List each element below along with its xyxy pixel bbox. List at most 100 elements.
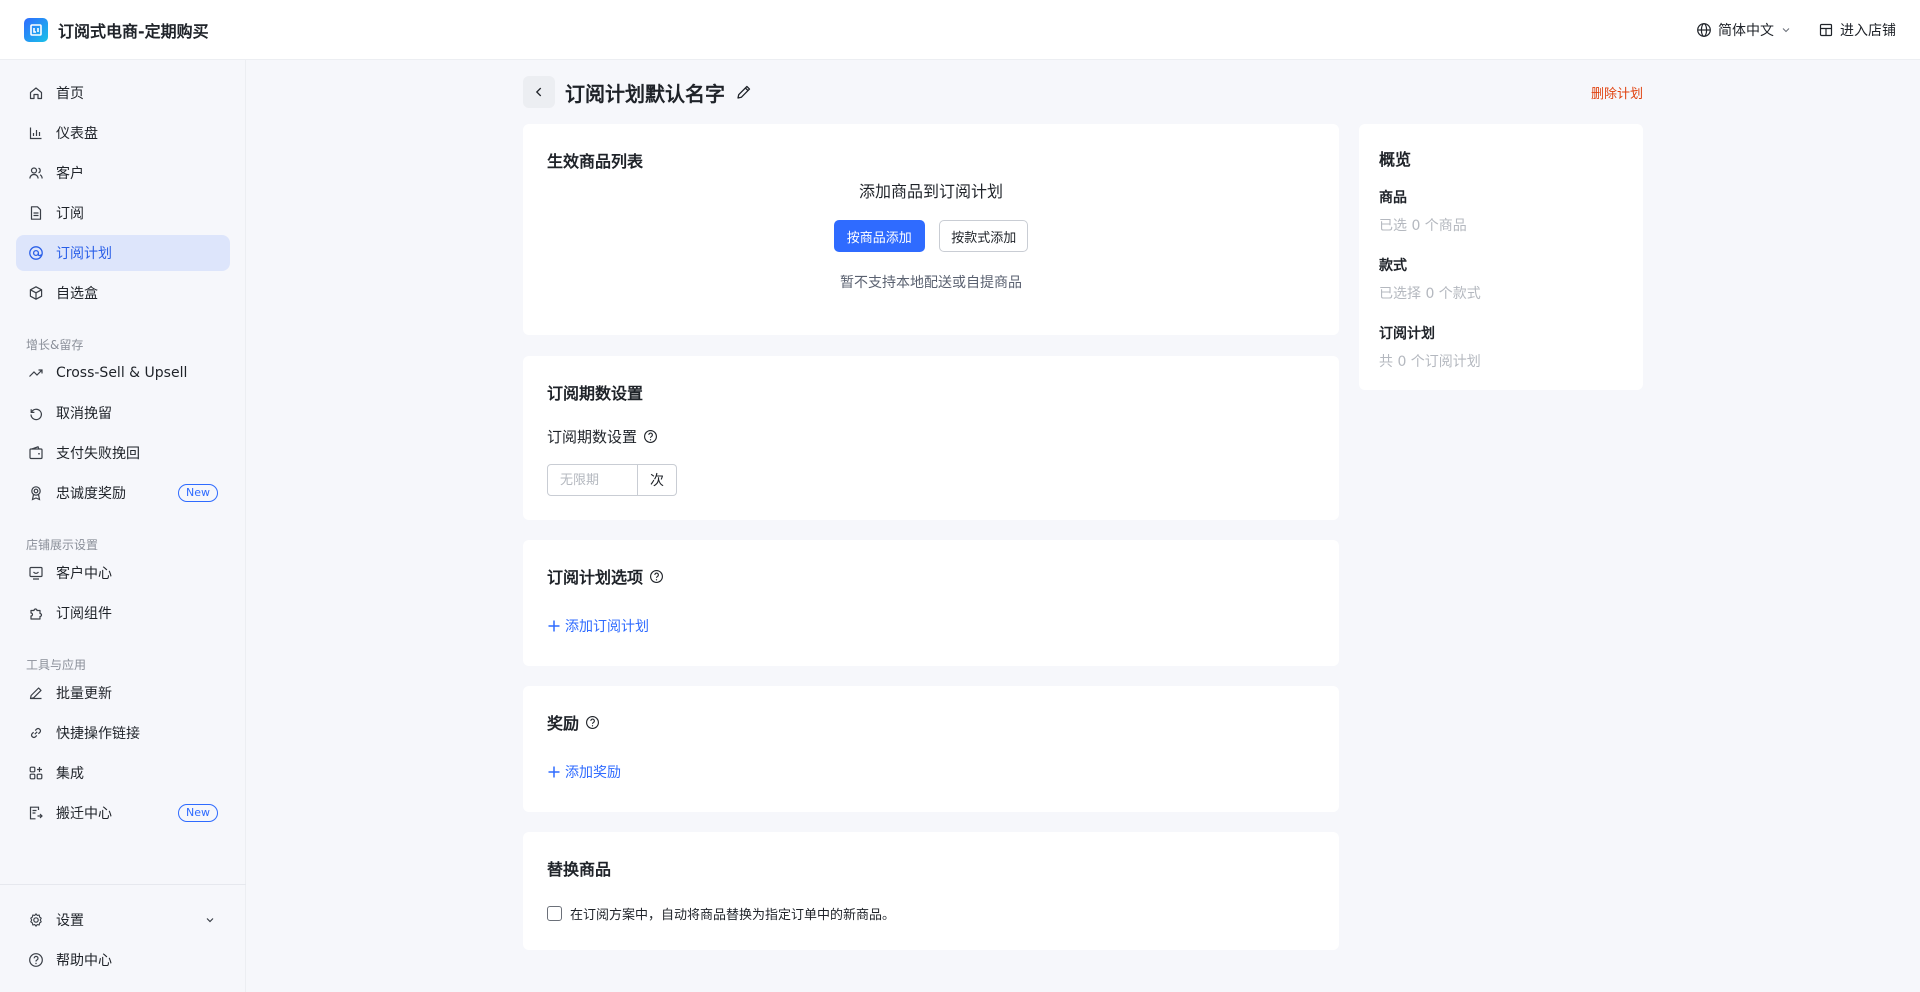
app-logo-icon: [24, 17, 48, 42]
periods-input[interactable]: [547, 464, 638, 496]
users-icon: [28, 165, 44, 181]
sidebar-divider: [0, 884, 246, 885]
language-label: 简体中文: [1718, 22, 1774, 39]
plus-icon: [548, 620, 560, 632]
periods-input-group: 次: [547, 464, 677, 496]
nav-group-growth-title: 增长&留存: [26, 338, 84, 352]
sidebar-item-subscriptions[interactable]: 订阅: [16, 195, 230, 231]
sidebar-item-bulk-update[interactable]: 批量更新: [16, 675, 230, 711]
periods-field-label-row: 订阅期数设置: [547, 426, 658, 447]
sidebar-item-home[interactable]: 首页: [16, 75, 230, 111]
page-title: 订阅计划默认名字: [565, 81, 725, 106]
overview-plans-label: 订阅计划: [1379, 326, 1435, 342]
replace-product-checkbox[interactable]: [547, 906, 562, 921]
bar-chart-icon: [28, 125, 44, 141]
sidebar-item-cancel-retention[interactable]: 取消挽留: [16, 395, 230, 431]
document-icon: [28, 205, 44, 221]
replace-product-option: 在订阅方案中，自动将商品替换为指定订单中的新商品。: [547, 904, 895, 923]
nav-group-storefront-title: 店铺展示设置: [26, 538, 99, 552]
replace-product-title: 替换商品: [547, 860, 612, 879]
rewards-card: 奖励 添加奖励: [523, 686, 1339, 812]
sidebar-item-label: 设置: [56, 913, 84, 929]
sidebar-item-customer-center[interactable]: 客户中心: [16, 555, 230, 591]
chevron-down-icon: [1782, 27, 1790, 32]
sidebar-item-quick-links[interactable]: 快捷操作链接: [16, 715, 230, 751]
sidebar-item-label: 搬迁中心: [56, 806, 112, 822]
add-reward-link[interactable]: 添加奖励: [547, 762, 621, 782]
sidebar-item-cross-sell[interactable]: Cross-Sell & Upsell: [16, 355, 230, 391]
nav-group-tools-title: 工具与应用: [26, 658, 87, 672]
plan-options-title-row: 订阅计划选项: [547, 564, 664, 588]
sidebar-item-loyalty[interactable]: 忠诚度奖励 New: [16, 475, 230, 511]
add-by-variant-button[interactable]: 按款式添加: [939, 220, 1029, 252]
sidebar-item-label: 帮助中心: [56, 953, 112, 969]
overview-variants-value: 已选择 0 个款式: [1379, 286, 1481, 302]
new-badge: New: [178, 804, 218, 822]
overview-plans-value: 共 0 个订阅计划: [1379, 354, 1481, 370]
sidebar-item-dashboard[interactable]: 仪表盘: [16, 115, 230, 151]
periods-input-suffix: 次: [638, 464, 677, 496]
undo-icon: [28, 405, 44, 421]
help-circle-icon[interactable]: [643, 429, 658, 444]
edit-title-icon[interactable]: [735, 83, 753, 101]
sidebar-item-label: 忠诚度奖励: [56, 486, 126, 502]
chevron-down-icon: [204, 914, 216, 926]
chevron-left-icon: [535, 87, 542, 97]
sidebar-item-label: 集成: [56, 766, 84, 782]
top-bar: 订阅式电商-定期购买 简体中文 进入店铺: [0, 0, 1920, 60]
periods-card: 订阅期数设置 订阅期数设置 次: [523, 356, 1339, 520]
empty-heading: 添加商品到订阅计划: [858, 182, 1003, 201]
overview-title: 概览: [1379, 150, 1412, 169]
sidebar-item-settings[interactable]: 设置: [16, 902, 230, 938]
link-icon: [28, 725, 44, 741]
sidebar-item-help[interactable]: 帮助中心: [16, 942, 230, 978]
overview-variants-label: 款式: [1379, 258, 1407, 274]
sidebar-item-label: Cross-Sell & Upsell: [56, 365, 188, 381]
back-button[interactable]: [523, 76, 555, 108]
globe-icon: [1697, 22, 1711, 37]
sidebar-item-payment-recovery[interactable]: 支付失败挽回: [16, 435, 230, 471]
add-plan-option-link[interactable]: 添加订阅计划: [547, 616, 649, 636]
add-by-product-button[interactable]: 按商品添加: [833, 220, 925, 252]
sidebar-item-label: 批量更新: [56, 686, 112, 702]
replace-product-checkbox-label: 在订阅方案中，自动将商品替换为指定订单中的新商品。: [570, 908, 896, 923]
sidebar-item-subscription-plans[interactable]: 订阅计划: [16, 235, 230, 271]
sidebar-item-label: 取消挽留: [56, 406, 112, 422]
overview-products-value: 已选 0 个商品: [1379, 218, 1467, 234]
plan-icon: [28, 245, 44, 261]
add-reward-label: 添加奖励: [565, 765, 621, 781]
rewards-title-row: 奖励: [547, 710, 600, 734]
page-header: 订阅计划默认名字 删除计划: [523, 76, 1643, 108]
language-selector[interactable]: 简体中文: [1696, 20, 1792, 40]
pencil-icon: [28, 685, 44, 701]
products-card: 生效商品列表 添加商品到订阅计划 按商品添加 按款式添加 暂不支持本地配送或自提…: [523, 124, 1339, 335]
sidebar-item-label: 客户: [56, 166, 84, 182]
award-icon: [28, 485, 44, 501]
enter-store-label: 进入店铺: [1840, 22, 1896, 39]
sidebar-item-label: 客户中心: [56, 566, 112, 582]
replace-product-card: 替换商品 在订阅方案中，自动将商品替换为指定订单中的新商品。: [523, 832, 1339, 950]
plus-icon: [548, 766, 560, 778]
delete-plan-link[interactable]: 删除计划: [1591, 83, 1643, 102]
apps-icon: [28, 765, 44, 781]
sidebar-item-widget[interactable]: 订阅组件: [16, 595, 230, 631]
store-icon: [1819, 23, 1833, 36]
sidebar-item-custom-box[interactable]: 自选盒: [16, 275, 230, 311]
sidebar-item-integrations[interactable]: 集成: [16, 755, 230, 791]
help-circle-icon[interactable]: [649, 569, 664, 584]
migrate-icon: [28, 805, 44, 821]
sidebar-item-label: 订阅: [56, 206, 84, 222]
overview-products-label: 商品: [1379, 190, 1407, 206]
periods-field-label: 订阅期数设置: [547, 428, 638, 446]
sidebar-item-customers[interactable]: 客户: [16, 155, 230, 191]
rewards-title: 奖励: [547, 714, 580, 733]
help-circle-icon[interactable]: [585, 715, 600, 730]
sidebar-item-label: 订阅计划: [56, 246, 112, 262]
sidebar-item-label: 仪表盘: [56, 126, 98, 142]
enter-store-button[interactable]: 进入店铺: [1818, 20, 1896, 40]
overview-panel: 概览 商品 已选 0 个商品 款式 已选择 0 个款式 订阅计划 共 0 个订阅…: [1359, 124, 1643, 390]
sidebar-item-label: 首页: [56, 86, 84, 102]
sidebar-item-migration[interactable]: 搬迁中心 New: [16, 795, 230, 831]
gear-icon: [28, 912, 44, 928]
delivery-note: 暂不支持本地配送或自提商品: [840, 275, 1022, 291]
